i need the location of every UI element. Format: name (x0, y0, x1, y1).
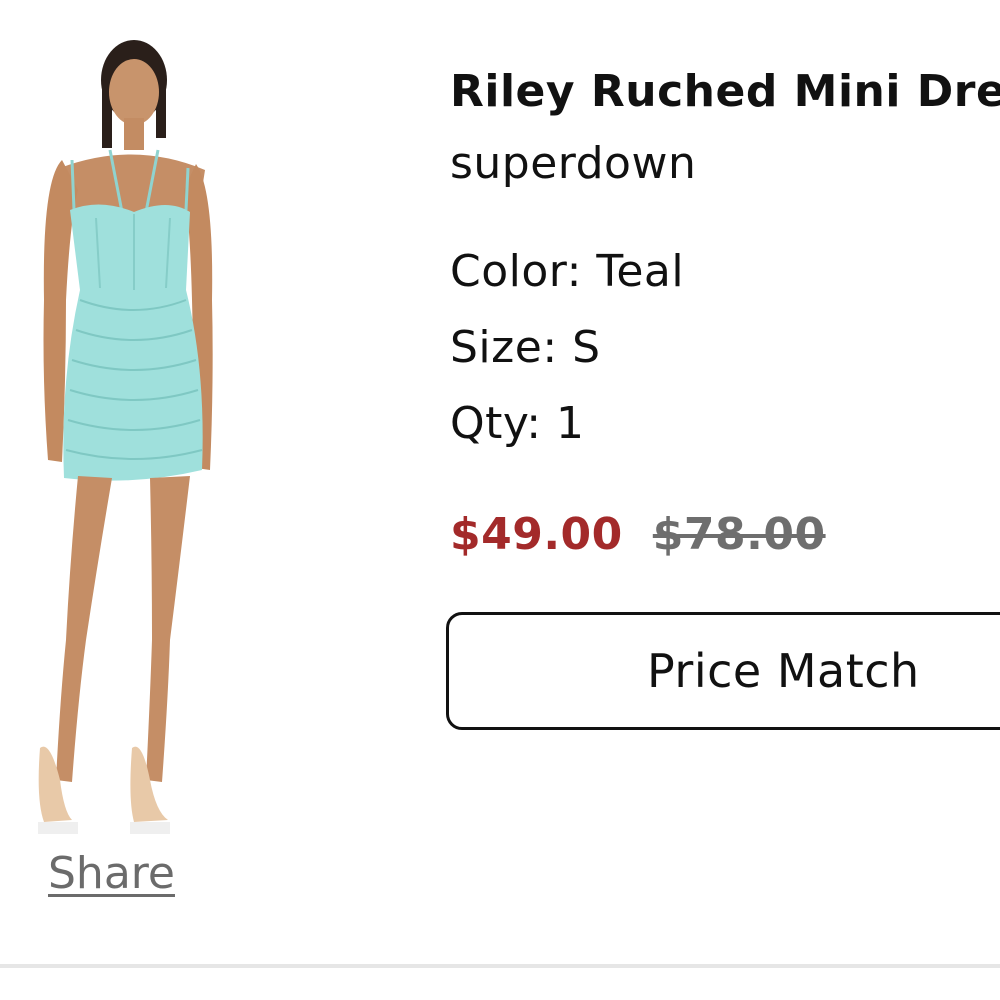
product-quantity: Qty: 1 (450, 398, 585, 449)
product-title[interactable]: Riley Ruched Mini Dress (450, 60, 1000, 124)
original-price: $78.00 (652, 508, 826, 560)
product-size: Size: S (450, 322, 601, 373)
product-details: Riley Ruched Mini Dress superdown Color:… (450, 60, 1000, 566)
price-match-label: Price Match (647, 644, 920, 698)
product-brand: superdown (450, 138, 697, 189)
product-card: Share Riley Ruched Mini Dress superdown … (0, 0, 1000, 1000)
divider (0, 964, 1000, 968)
product-image[interactable] (0, 0, 260, 840)
price-row: $49.00 $78.00 (450, 502, 1000, 566)
price-match-button[interactable]: Price Match (446, 612, 1000, 730)
sale-price: $49.00 (450, 508, 623, 560)
product-color: Color: Teal (450, 246, 685, 297)
dress-photo-icon (38, 40, 213, 834)
share-link[interactable]: Share (48, 846, 175, 902)
